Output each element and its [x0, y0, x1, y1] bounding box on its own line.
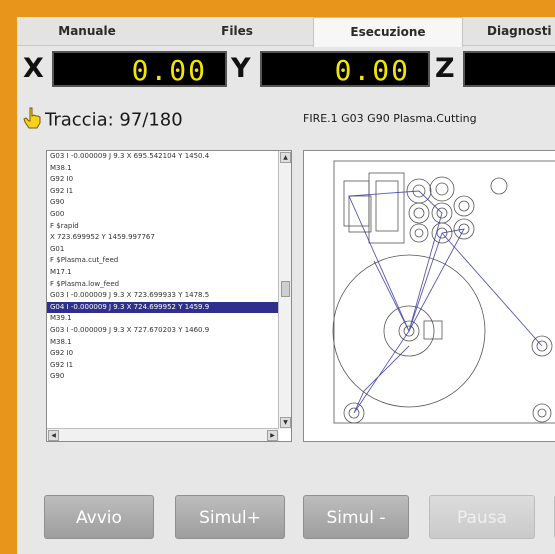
tab-bar: Manuale Files Esecuzione Diagnosti — [17, 17, 555, 47]
gcode-line[interactable]: G03 I -0.000009 J 9.3 X 727.670203 Y 146… — [47, 325, 279, 337]
gcode-line[interactable]: G03 I -0.000009 J 9.3 X 695.542104 Y 145… — [47, 151, 279, 163]
gcode-lines: G03 I -0.000009 J 9.3 X 695.542104 Y 145… — [47, 151, 279, 383]
tab-manuale[interactable]: Manuale — [17, 17, 157, 45]
gcode-line[interactable]: F $rapid — [47, 221, 279, 233]
modal-status-line: FIRE.1 G03 G90 Plasma.Cutting — [303, 112, 477, 125]
start-button[interactable]: Avvio — [44, 495, 154, 539]
simulate-plus-button[interactable]: Simul+ — [175, 495, 285, 539]
x-axis-label: X — [23, 53, 44, 84]
gcode-line[interactable]: X 723.699952 Y 1459.997767 — [47, 232, 279, 244]
vertical-scrollbar[interactable]: ▲ ▼ — [278, 151, 291, 429]
gcode-line[interactable]: G92 I0 — [47, 174, 279, 186]
tab-esecuzione[interactable]: Esecuzione — [313, 17, 463, 47]
gcode-listing[interactable]: G03 I -0.000009 J 9.3 X 695.542104 Y 145… — [46, 150, 292, 442]
gcode-line[interactable]: G92 I1 — [47, 186, 279, 198]
scroll-right-icon[interactable]: ▶ — [267, 430, 278, 441]
gcode-line[interactable]: F $Plasma.cut_feed — [47, 255, 279, 267]
main-panel: Manuale Files Esecuzione Diagnosti X 0.0… — [17, 17, 555, 554]
gcode-line[interactable]: F $Plasma.low_feed — [47, 279, 279, 291]
x-value: 0.00 — [131, 54, 207, 87]
gcode-line[interactable]: G01 — [47, 244, 279, 256]
gcode-line[interactable]: G90 — [47, 371, 279, 383]
gcode-line[interactable]: G92 I1 — [47, 360, 279, 372]
y-readout: 0.00 — [260, 51, 430, 87]
y-axis-label: Y — [231, 53, 251, 84]
tab-files[interactable]: Files — [167, 17, 307, 45]
window-frame: Manuale Files Esecuzione Diagnosti X 0.0… — [0, 0, 555, 554]
simulate-minus-button[interactable]: Simul - — [303, 495, 409, 539]
scroll-left-icon[interactable]: ◀ — [48, 430, 59, 441]
scroll-up-icon[interactable]: ▲ — [280, 152, 291, 163]
trace-indicator: Traccia: 97/180 — [23, 107, 183, 134]
gcode-line[interactable]: M38.1 — [47, 163, 279, 175]
gcode-line[interactable]: G92 I0 — [47, 348, 279, 360]
hand-pointer-icon — [23, 107, 43, 134]
gcode-line[interactable]: G00 — [47, 209, 279, 221]
gcode-line[interactable]: G04 I -0.000009 J 9.3 X 724.699952 Y 145… — [47, 301, 279, 314]
z-readout — [463, 51, 555, 87]
gcode-line[interactable]: G90 — [47, 197, 279, 209]
scroll-down-icon[interactable]: ▼ — [280, 417, 291, 428]
gcode-line[interactable]: M39.1 — [47, 313, 279, 325]
pause-button[interactable]: Pausa — [429, 495, 535, 539]
x-readout: 0.00 — [52, 51, 227, 87]
scroll-thumb[interactable] — [281, 281, 290, 297]
z-axis-label: Z — [435, 53, 455, 84]
toolpath-drawing — [332, 160, 555, 424]
y-value: 0.00 — [334, 54, 410, 87]
gcode-line[interactable]: M38.1 — [47, 337, 279, 349]
trace-label: Traccia: 97/180 — [45, 109, 183, 131]
gcode-line[interactable]: M17.1 — [47, 267, 279, 279]
tab-diagnostica[interactable]: Diagnosti — [467, 17, 555, 45]
toolpath-preview[interactable] — [303, 150, 555, 442]
horizontal-scrollbar[interactable]: ◀ ▶ — [47, 428, 279, 441]
gcode-line[interactable]: G03 I -0.000009 J 9.3 X 723.699933 Y 147… — [47, 290, 279, 302]
